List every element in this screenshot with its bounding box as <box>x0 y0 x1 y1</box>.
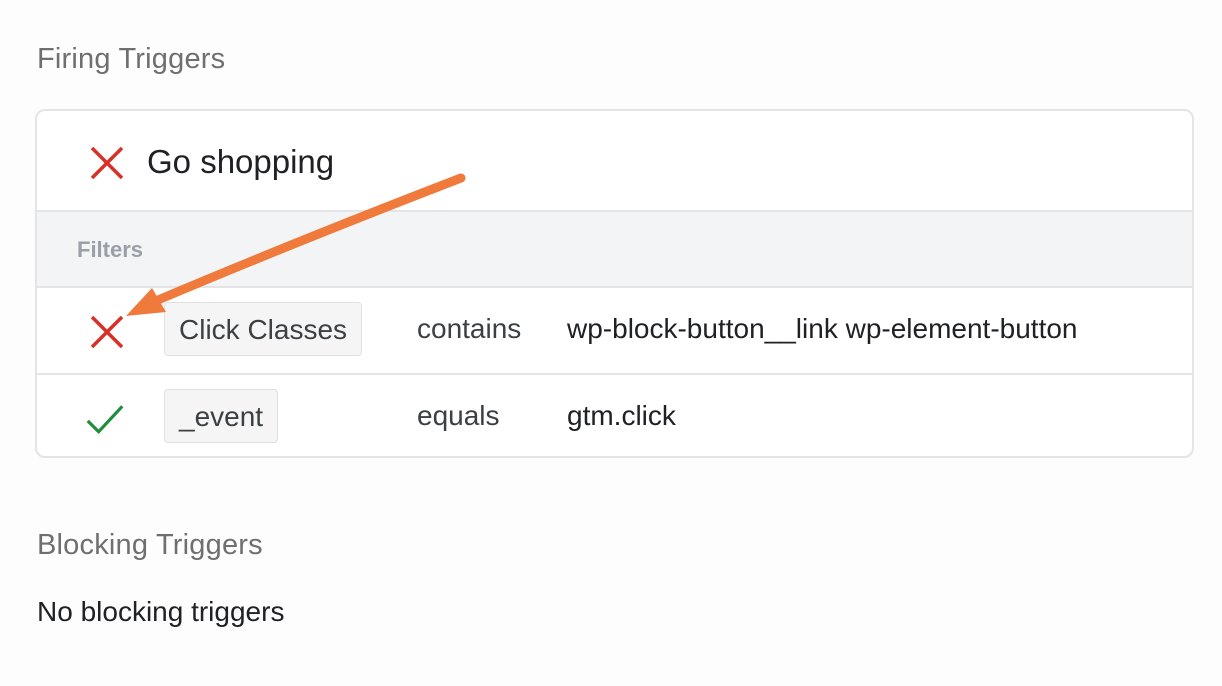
filters-label: Filters <box>77 237 144 262</box>
trigger-row[interactable]: Go shopping <box>37 111 1192 212</box>
filter-row: _event equals gtm.click <box>37 375 1192 456</box>
firing-triggers-title: Firing Triggers <box>37 43 226 75</box>
x-mark-icon <box>90 146 124 180</box>
filter-operator: equals <box>417 400 500 431</box>
trigger-name: Go shopping <box>147 143 335 180</box>
variable-chip[interactable]: _event <box>164 389 279 443</box>
filter-row: Click Classes contains wp-block-button__… <box>37 288 1192 375</box>
blocking-triggers-title: Blocking Triggers <box>37 529 263 561</box>
firing-trigger-card: Go shopping Filters Click Classes contai… <box>35 109 1194 458</box>
filters-header: Filters <box>37 212 1192 288</box>
variable-chip[interactable]: Click Classes <box>164 302 363 356</box>
x-mark-icon <box>90 315 124 349</box>
no-blocking-triggers-text: No blocking triggers <box>37 596 285 627</box>
check-mark-icon <box>86 405 124 435</box>
filter-value: gtm.click <box>567 400 676 431</box>
filter-operator: contains <box>417 313 522 344</box>
filter-value: wp-block-button__link wp-element-button <box>567 313 1078 344</box>
